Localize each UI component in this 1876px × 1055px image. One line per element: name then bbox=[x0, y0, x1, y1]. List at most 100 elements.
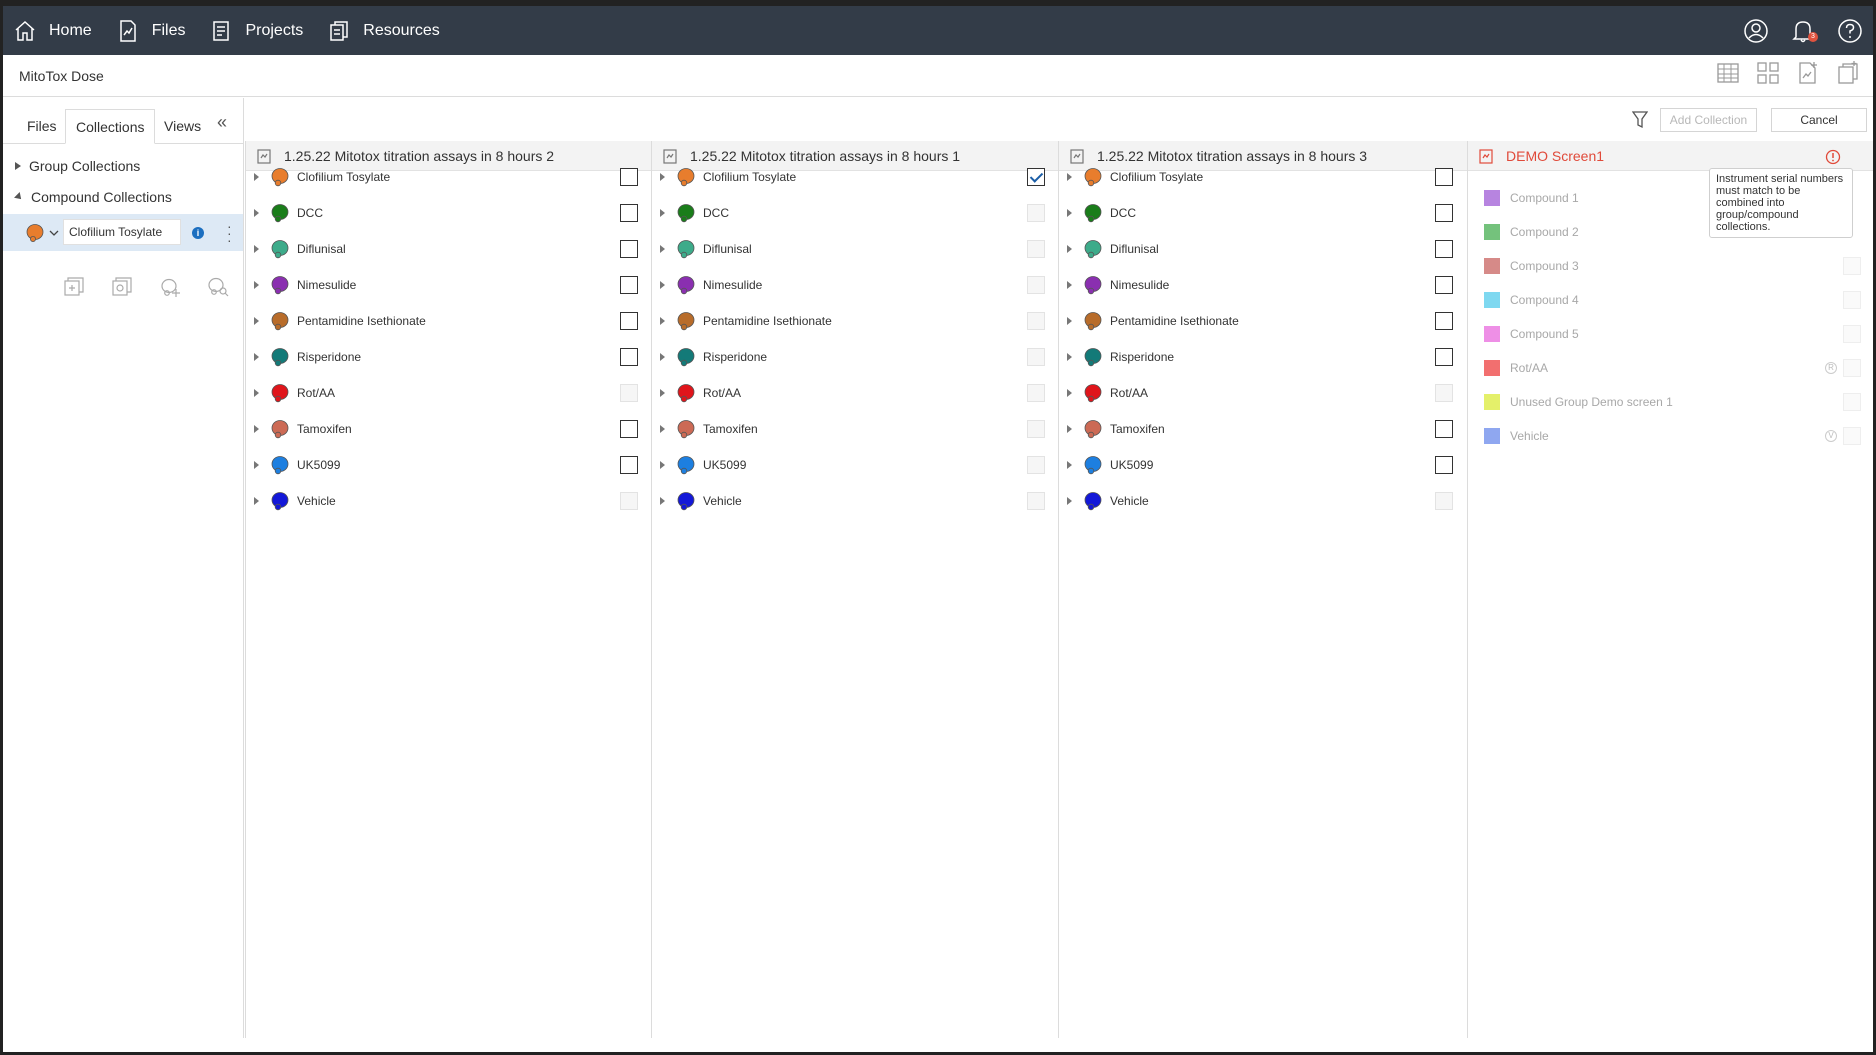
nav-resources[interactable]: Resources bbox=[317, 6, 453, 55]
expand-arrow-icon[interactable] bbox=[254, 281, 259, 289]
add-collection-button[interactable]: Add Collection bbox=[1660, 108, 1757, 132]
compound-checkbox[interactable] bbox=[620, 204, 638, 222]
expand-arrow-icon[interactable] bbox=[1067, 173, 1072, 181]
compound-row[interactable]: Nimesulide bbox=[246, 267, 652, 303]
expand-arrow-icon[interactable] bbox=[660, 497, 665, 505]
compound-row[interactable]: Pentamidine Isethionate bbox=[652, 303, 1059, 339]
expand-arrow-icon[interactable] bbox=[254, 497, 259, 505]
compound-row[interactable]: Diflunisal bbox=[1059, 231, 1467, 267]
nav-files[interactable]: Files bbox=[106, 6, 200, 55]
nav-home[interactable]: Home bbox=[3, 6, 106, 55]
add-compound-icon[interactable] bbox=[159, 276, 181, 298]
add-chart-icon[interactable] bbox=[1795, 60, 1821, 86]
expand-arrow-icon[interactable] bbox=[1067, 245, 1072, 253]
expand-arrow-icon[interactable] bbox=[254, 425, 259, 433]
expand-arrow-icon[interactable] bbox=[254, 209, 259, 217]
compound-row[interactable]: UK5099 bbox=[246, 447, 652, 483]
expand-arrow-icon[interactable] bbox=[660, 209, 665, 217]
compound-row[interactable]: Tamoxifen bbox=[246, 411, 652, 447]
compound-checkbox[interactable] bbox=[1027, 168, 1045, 186]
compound-checkbox[interactable] bbox=[620, 312, 638, 330]
copy-collection-icon[interactable] bbox=[111, 276, 133, 298]
table-view-icon[interactable] bbox=[1715, 60, 1741, 86]
compound-checkbox[interactable] bbox=[1435, 276, 1453, 294]
expand-arrow-icon[interactable] bbox=[660, 281, 665, 289]
compound-row[interactable]: Rot/AA bbox=[652, 375, 1059, 411]
compound-checkbox[interactable] bbox=[620, 456, 638, 474]
compound-row[interactable]: UK5099 bbox=[1059, 447, 1467, 483]
compound-row[interactable]: Risperidone bbox=[246, 339, 652, 375]
selected-collection-row[interactable]: Clofilium Tosylate i · · · bbox=[3, 214, 243, 251]
compound-row[interactable]: DCC bbox=[652, 195, 1059, 231]
compound-row[interactable]: Risperidone bbox=[652, 339, 1059, 375]
chevron-down-icon[interactable] bbox=[49, 229, 59, 237]
collection-name-input[interactable]: Clofilium Tosylate bbox=[63, 219, 181, 245]
user-account-icon[interactable] bbox=[1743, 18, 1769, 44]
compound-checkbox[interactable] bbox=[620, 420, 638, 438]
expand-arrow-icon[interactable] bbox=[254, 353, 259, 361]
add-page-icon[interactable] bbox=[1835, 60, 1861, 86]
search-compound-icon[interactable] bbox=[207, 276, 229, 298]
expand-arrow-icon[interactable] bbox=[1067, 353, 1072, 361]
compound-row[interactable]: Vehicle bbox=[1059, 483, 1467, 519]
compound-row[interactable]: Rot/AA bbox=[246, 375, 652, 411]
compound-checkbox[interactable] bbox=[1435, 348, 1453, 366]
compound-row[interactable]: Clofilium Tosylate bbox=[1059, 159, 1467, 195]
compound-row[interactable]: Vehicle bbox=[246, 483, 652, 519]
expand-arrow-icon[interactable] bbox=[660, 389, 665, 397]
expand-arrow-icon[interactable] bbox=[254, 389, 259, 397]
cancel-button[interactable]: Cancel bbox=[1771, 108, 1867, 132]
collapse-sidebar-icon[interactable]: « bbox=[217, 112, 227, 133]
compound-checkbox[interactable] bbox=[620, 276, 638, 294]
compound-row[interactable]: UK5099 bbox=[652, 447, 1059, 483]
compound-color-icon[interactable] bbox=[25, 223, 47, 243]
compound-row[interactable]: Pentamidine Isethionate bbox=[246, 303, 652, 339]
expand-arrow-icon[interactable] bbox=[1067, 281, 1072, 289]
warning-icon[interactable] bbox=[1825, 149, 1841, 165]
compound-row[interactable]: DCC bbox=[246, 195, 652, 231]
info-icon[interactable]: i bbox=[192, 227, 204, 239]
expand-arrow-icon[interactable] bbox=[254, 317, 259, 325]
compound-row[interactable]: Pentamidine Isethionate bbox=[1059, 303, 1467, 339]
compound-row[interactable]: Clofilium Tosylate bbox=[652, 159, 1059, 195]
expand-arrow-icon[interactable] bbox=[1067, 389, 1072, 397]
expand-arrow-icon[interactable] bbox=[254, 173, 259, 181]
filter-icon[interactable] bbox=[1632, 111, 1648, 129]
grid-view-icon[interactable] bbox=[1755, 60, 1781, 86]
expand-arrow-icon[interactable] bbox=[1067, 425, 1072, 433]
expand-arrow-icon[interactable] bbox=[660, 425, 665, 433]
expand-arrow-icon[interactable] bbox=[254, 461, 259, 469]
compound-row[interactable]: Rot/AA bbox=[1059, 375, 1467, 411]
nav-projects[interactable]: Projects bbox=[199, 6, 317, 55]
compound-checkbox[interactable] bbox=[620, 348, 638, 366]
tree-compound-collections[interactable]: Compound Collections bbox=[3, 181, 243, 212]
compound-checkbox[interactable] bbox=[620, 240, 638, 258]
expand-arrow-icon[interactable] bbox=[1067, 497, 1072, 505]
tab-views[interactable]: Views bbox=[154, 109, 211, 144]
expand-arrow-icon[interactable] bbox=[660, 317, 665, 325]
compound-checkbox[interactable] bbox=[1435, 456, 1453, 474]
compound-row[interactable]: Diflunisal bbox=[246, 231, 652, 267]
compound-row[interactable]: Tamoxifen bbox=[1059, 411, 1467, 447]
compound-checkbox[interactable] bbox=[1435, 312, 1453, 330]
compound-checkbox[interactable] bbox=[1435, 420, 1453, 438]
expand-arrow-icon[interactable] bbox=[1067, 209, 1072, 217]
compound-row[interactable]: Clofilium Tosylate bbox=[246, 159, 652, 195]
tab-files[interactable]: Files bbox=[17, 109, 67, 144]
compound-row[interactable]: DCC bbox=[1059, 195, 1467, 231]
expand-arrow-icon[interactable] bbox=[254, 245, 259, 253]
compound-checkbox[interactable] bbox=[620, 168, 638, 186]
expand-arrow-icon[interactable] bbox=[1067, 461, 1072, 469]
help-icon[interactable] bbox=[1837, 18, 1863, 44]
expand-arrow-icon[interactable] bbox=[660, 245, 665, 253]
compound-row[interactable]: Risperidone bbox=[1059, 339, 1467, 375]
compound-row[interactable]: Vehicle bbox=[652, 483, 1059, 519]
compound-checkbox[interactable] bbox=[1435, 168, 1453, 186]
expand-arrow-icon[interactable] bbox=[1067, 317, 1072, 325]
notifications-button[interactable]: 3 bbox=[1791, 18, 1818, 44]
expand-arrow-icon[interactable] bbox=[660, 461, 665, 469]
tab-collections[interactable]: Collections bbox=[65, 109, 156, 144]
compound-checkbox[interactable] bbox=[1435, 240, 1453, 258]
compound-row[interactable]: Nimesulide bbox=[652, 267, 1059, 303]
add-collection-icon[interactable] bbox=[63, 276, 85, 298]
